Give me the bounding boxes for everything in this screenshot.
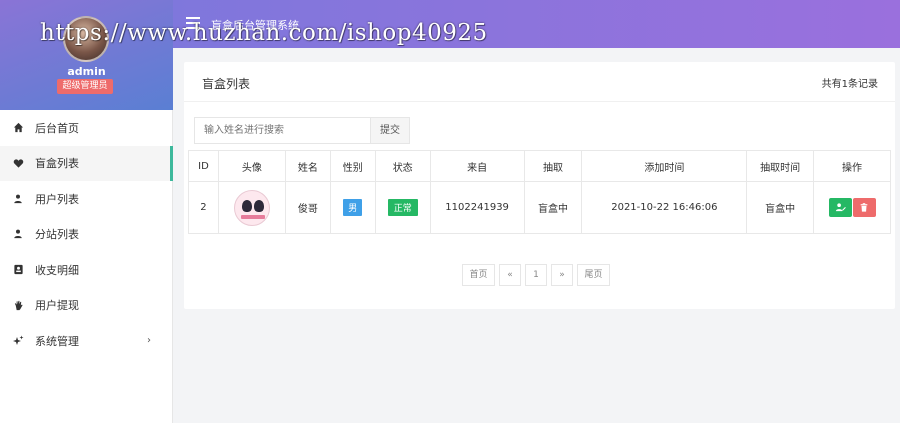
status-badge: 正常 — [387, 199, 418, 216]
card-header: 盲盒列表 共有1条记录 — [184, 62, 895, 102]
sidebar-item-label: 分站列表 — [35, 228, 79, 242]
column-header: 抽取时间 — [746, 150, 815, 182]
sidebar-item-label: 盲盒列表 — [35, 157, 79, 171]
page-number-button[interactable]: 1 — [525, 264, 547, 286]
search-input[interactable] — [194, 117, 370, 144]
submit-button[interactable]: 提交 — [370, 117, 410, 144]
cell-draw: 盲盒中 — [523, 181, 583, 234]
table-row: 2 俊哥 男 正常 1102241939 盲盒中 2021-10-22 16:4… — [188, 181, 891, 234]
avatar[interactable] — [63, 16, 109, 62]
cell-gender: 男 — [329, 181, 376, 234]
column-header: 姓名 — [284, 150, 331, 182]
user-icon — [12, 193, 24, 205]
column-header: 来自 — [429, 150, 525, 182]
sidebar-item-label: 后台首页 — [35, 121, 79, 135]
last-page-button[interactable]: 尾页 — [577, 264, 610, 286]
column-header: 性别 — [329, 150, 376, 182]
prev-page-button[interactable]: « — [499, 264, 521, 286]
sidebar-item-home[interactable]: 后台首页 — [0, 110, 173, 146]
sidebar-item-substation-list[interactable]: 分站列表 — [0, 217, 173, 253]
sidebar-menu: 后台首页 盲盒列表 用户列表 分站列表 收支明细 用户提现 系统管理 › — [0, 110, 173, 359]
user-icon — [12, 228, 24, 240]
data-table: ID 头像 姓名 性别 状态 来自 抽取 添加时间 抽取时间 操作 2 俊哥 男 — [188, 150, 891, 234]
cell-avatar — [217, 181, 286, 234]
sidebar-item-label: 收支明细 — [35, 263, 79, 277]
admin-name: admin — [67, 65, 106, 78]
top-header: 盲盒后台管理系统 — [173, 0, 900, 48]
cell-from: 1102241939 — [429, 181, 525, 234]
delete-button[interactable] — [852, 198, 876, 217]
column-header: 头像 — [217, 150, 286, 182]
column-header: 状态 — [374, 150, 431, 182]
next-page-button[interactable]: » — [551, 264, 573, 286]
page-title: 盲盒列表 — [202, 77, 251, 91]
sidebar: admin 超级管理员 后台首页 盲盒列表 用户列表 分站列表 收支明细 用户提… — [0, 0, 173, 423]
sparkles-icon — [12, 335, 24, 347]
sidebar-item-finance-detail[interactable]: 收支明细 — [0, 252, 173, 288]
column-header: 添加时间 — [581, 150, 748, 182]
heart-icon — [12, 157, 24, 169]
table-header-row: ID 头像 姓名 性别 状态 来自 抽取 添加时间 抽取时间 操作 — [188, 150, 891, 182]
sidebar-item-label: 用户提现 — [35, 299, 79, 313]
home-icon — [12, 122, 24, 134]
first-page-button[interactable]: 首页 — [462, 264, 495, 286]
hand-icon — [12, 299, 24, 311]
sidebar-item-blindbox-list[interactable]: 盲盒列表 — [0, 145, 173, 181]
cell-actions — [813, 181, 891, 234]
menu-toggle-icon[interactable] — [186, 17, 200, 29]
sidebar-item-user-withdraw[interactable]: 用户提现 — [0, 288, 173, 324]
sidebar-item-label: 用户列表 — [35, 192, 79, 206]
sidebar-item-label: 系统管理 — [35, 334, 79, 348]
address-card-icon — [12, 264, 24, 276]
cell-status: 正常 — [374, 181, 431, 234]
record-count: 共有1条记录 — [821, 79, 878, 90]
cell-name: 俊哥 — [284, 181, 331, 234]
cell-added-time: 2021-10-22 16:46:06 — [581, 181, 748, 234]
chevron-right-icon: › — [147, 335, 151, 347]
app-title: 盲盒后台管理系统 — [211, 19, 299, 32]
user-avatar-image — [233, 189, 270, 226]
cell-draw-time: 盲盒中 — [746, 181, 815, 234]
gender-badge: 男 — [343, 199, 363, 216]
user-edit-icon — [835, 203, 846, 212]
role-badge: 超级管理员 — [57, 79, 113, 94]
column-header: 操作 — [813, 150, 891, 182]
column-header: 抽取 — [523, 150, 583, 182]
column-header: ID — [188, 150, 219, 182]
sidebar-item-user-list[interactable]: 用户列表 — [0, 181, 173, 217]
edit-user-button[interactable] — [828, 198, 852, 217]
trash-icon — [860, 203, 868, 212]
sidebar-profile: admin 超级管理员 — [0, 0, 173, 110]
pagination: 首页 « 1 » 尾页 — [462, 264, 614, 286]
sidebar-item-system-settings[interactable]: 系统管理 › — [0, 323, 173, 359]
cell-id: 2 — [188, 181, 219, 234]
list-card: 盲盒列表 共有1条记录 提交 ID 头像 姓名 性别 状态 来自 抽取 添加时间… — [184, 62, 895, 309]
